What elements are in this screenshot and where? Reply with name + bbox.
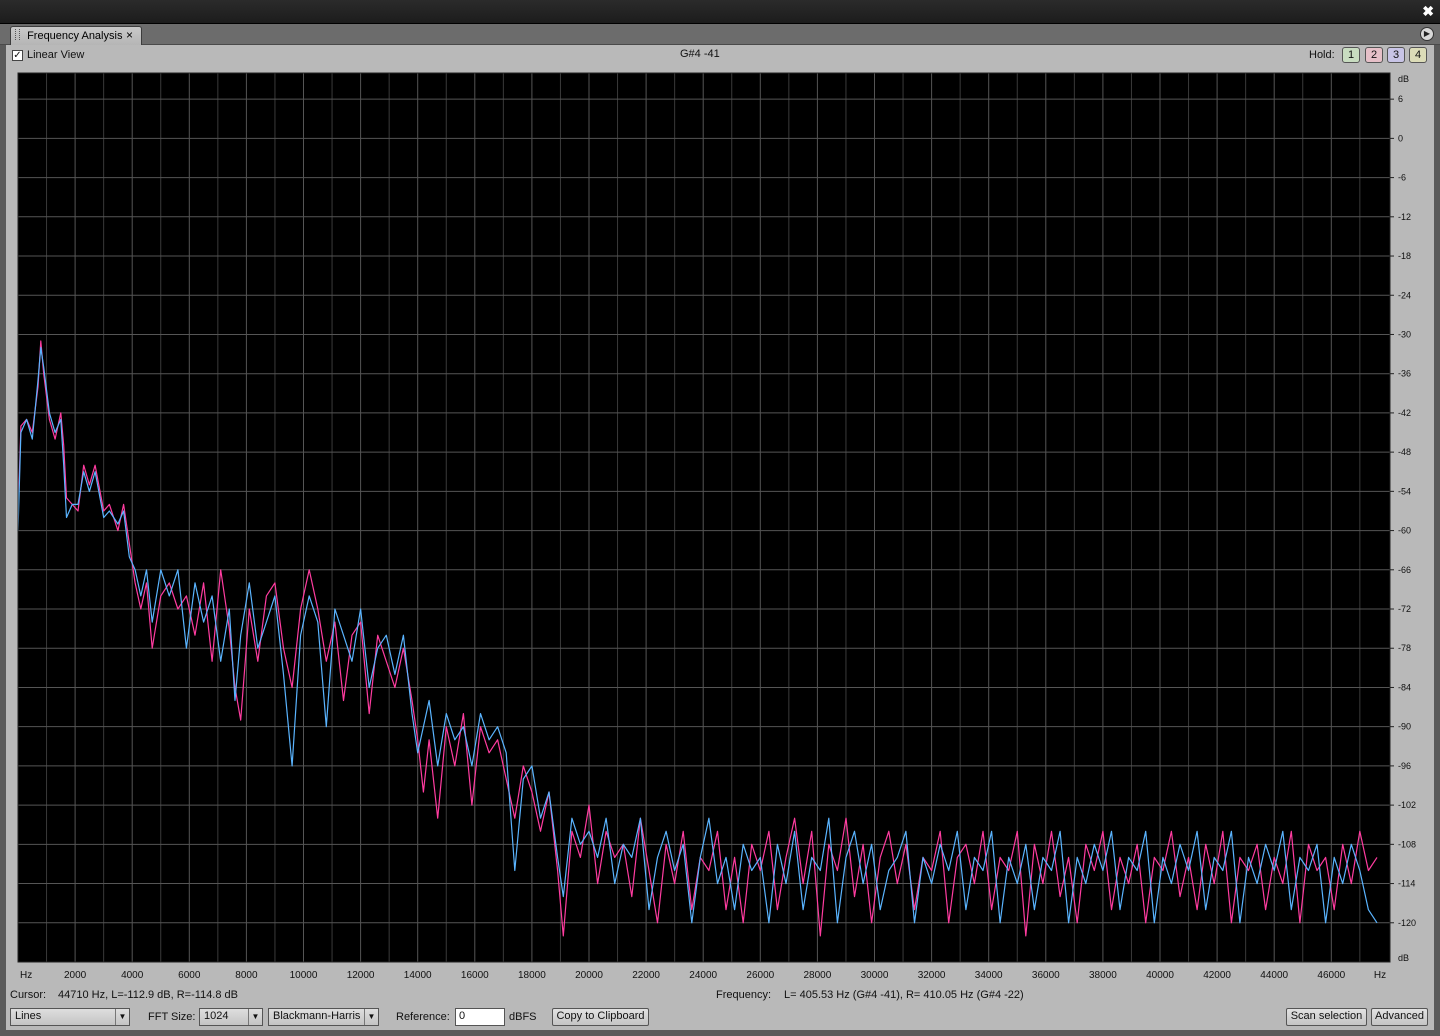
tab-label: Frequency Analysis	[27, 30, 123, 42]
x-tick-label: 44000	[1260, 970, 1288, 981]
y-tick-label: -60	[1398, 526, 1411, 536]
scan-selection-button[interactable]: Scan selection	[1286, 1008, 1367, 1026]
x-tick-label: 30000	[861, 970, 889, 981]
x-tick-label: 32000	[918, 970, 946, 981]
plot-style-select[interactable]: Lines ▼	[10, 1008, 130, 1026]
x-tick-label: 10000	[290, 970, 318, 981]
controls-bar: Lines ▼ FFT Size: 1024 ▼ Blackmann-Harri…	[6, 1006, 1434, 1030]
reference-label: Reference:	[396, 1011, 450, 1023]
x-tick-label: 42000	[1203, 970, 1231, 981]
panel-menu-icon[interactable]: ▶	[1420, 27, 1434, 41]
x-tick-label: 14000	[404, 970, 432, 981]
drag-grip-icon[interactable]	[15, 29, 20, 40]
y-tick-label: -54	[1398, 486, 1411, 496]
y-tick-label: -90	[1398, 722, 1411, 732]
linear-view-checkbox[interactable]: ✓	[12, 50, 23, 61]
plot-style-value: Lines	[15, 1010, 42, 1022]
close-window-icon[interactable]: ✖	[1422, 3, 1434, 19]
cursor-label: Cursor:	[10, 989, 47, 1001]
y-tick-label: -66	[1398, 565, 1411, 575]
x-tick-label: Hz	[20, 970, 32, 981]
x-tick-label: 28000	[803, 970, 831, 981]
y-tick-label: 6	[1398, 94, 1403, 104]
x-tick-label: 34000	[975, 970, 1003, 981]
y-tick-label: -24	[1398, 290, 1411, 300]
hold-button-4[interactable]: 4	[1409, 47, 1427, 63]
x-tick-label: 40000	[1146, 970, 1174, 981]
x-tick-label: 8000	[235, 970, 258, 981]
chevron-down-icon[interactable]: ▼	[364, 1009, 378, 1025]
frequency-readout: L= 405.53 Hz (G#4 -41), R= 410.05 Hz (G#…	[784, 989, 1024, 1001]
y-tick-label: -78	[1398, 643, 1411, 653]
y-tick-label: -72	[1398, 604, 1411, 614]
y-tick-label: dB	[1398, 953, 1409, 963]
tab-close-icon[interactable]: ×	[126, 28, 133, 42]
y-tick-label: -48	[1398, 447, 1411, 457]
x-tick-label: 46000	[1317, 970, 1345, 981]
fft-size-label: FFT Size:	[148, 1011, 196, 1023]
hold-button-2[interactable]: 2	[1365, 47, 1383, 63]
x-tick-label: 36000	[1032, 970, 1060, 981]
tab-frequency-analysis[interactable]: Frequency Analysis ×	[10, 26, 142, 45]
y-tick-label: 0	[1398, 133, 1403, 143]
spectrum-plot[interactable]: Hz 2000 4000 6000 8000 10000 12000 14000 16000 18…	[6, 67, 1434, 985]
x-tick-label: 4000	[121, 970, 144, 981]
x-tick-label: 26000	[746, 970, 774, 981]
y-tick-label: -30	[1398, 329, 1411, 339]
y-tick-label: -120	[1398, 918, 1416, 928]
copy-to-clipboard-button[interactable]: Copy to Clipboard	[552, 1008, 649, 1026]
y-tick-label: -12	[1398, 212, 1411, 222]
y-tick-label: -102	[1398, 800, 1416, 810]
x-tick-label: Hz	[1374, 970, 1386, 981]
x-tick-label: 18000	[518, 970, 546, 981]
x-tick-label: 2000	[64, 970, 87, 981]
y-tick-label: -108	[1398, 839, 1416, 849]
y-tick-label: -84	[1398, 682, 1411, 692]
x-tick-label: 22000	[632, 970, 660, 981]
hold-button-3[interactable]: 3	[1387, 47, 1405, 63]
chevron-down-icon[interactable]: ▼	[115, 1009, 129, 1025]
y-tick-label: -36	[1398, 369, 1411, 379]
advanced-button[interactable]: Advanced	[1371, 1008, 1428, 1026]
fft-size-value: 1024	[204, 1010, 229, 1022]
hold-button-1[interactable]: 1	[1342, 47, 1360, 63]
window-function-select[interactable]: Blackmann-Harris ▼	[268, 1008, 379, 1026]
reference-unit: dBFS	[509, 1011, 537, 1023]
spectrum-graph-frame: Hz 2000 4000 6000 8000 10000 12000 14000 16000 18…	[6, 67, 1434, 985]
x-tick-label: 20000	[575, 970, 603, 981]
panel-tabbar: Frequency Analysis × ▶	[0, 24, 1440, 45]
analysis-toolbar: ✓ Linear View G#4 -41 Hold: 1 2 3 4	[6, 45, 1434, 67]
plot-background	[18, 73, 1390, 962]
x-tick-label: 24000	[689, 970, 717, 981]
fft-size-select[interactable]: 1024 ▼	[199, 1008, 263, 1026]
y-tick-label: -114	[1398, 879, 1415, 889]
y-tick-label: -96	[1398, 761, 1411, 771]
chevron-down-icon[interactable]: ▼	[248, 1009, 262, 1025]
window-function-value: Blackmann-Harris	[273, 1010, 361, 1022]
y-tick-label: -18	[1398, 251, 1411, 261]
status-bar: Cursor: 44710 Hz, L=-112.9 dB, R=-114.8 …	[6, 985, 1434, 1007]
window-titlebar: ✖	[0, 0, 1440, 24]
reference-input[interactable]: 0	[455, 1008, 505, 1026]
x-tick-label: 16000	[461, 970, 489, 981]
y-tick-label: -42	[1398, 408, 1411, 418]
y-tick-label: -6	[1398, 173, 1406, 183]
x-tick-label: 38000	[1089, 970, 1117, 981]
note-display: G#4 -41	[680, 48, 720, 60]
y-tick-label: dB	[1398, 74, 1409, 84]
x-tick-label: 6000	[178, 970, 201, 981]
hold-label: Hold:	[1309, 49, 1335, 61]
frequency-label: Frequency:	[716, 989, 772, 1001]
cursor-readout: 44710 Hz, L=-112.9 dB, R=-114.8 dB	[58, 989, 238, 1001]
x-tick-label: 12000	[347, 970, 375, 981]
linear-view-label: Linear View	[27, 49, 85, 61]
